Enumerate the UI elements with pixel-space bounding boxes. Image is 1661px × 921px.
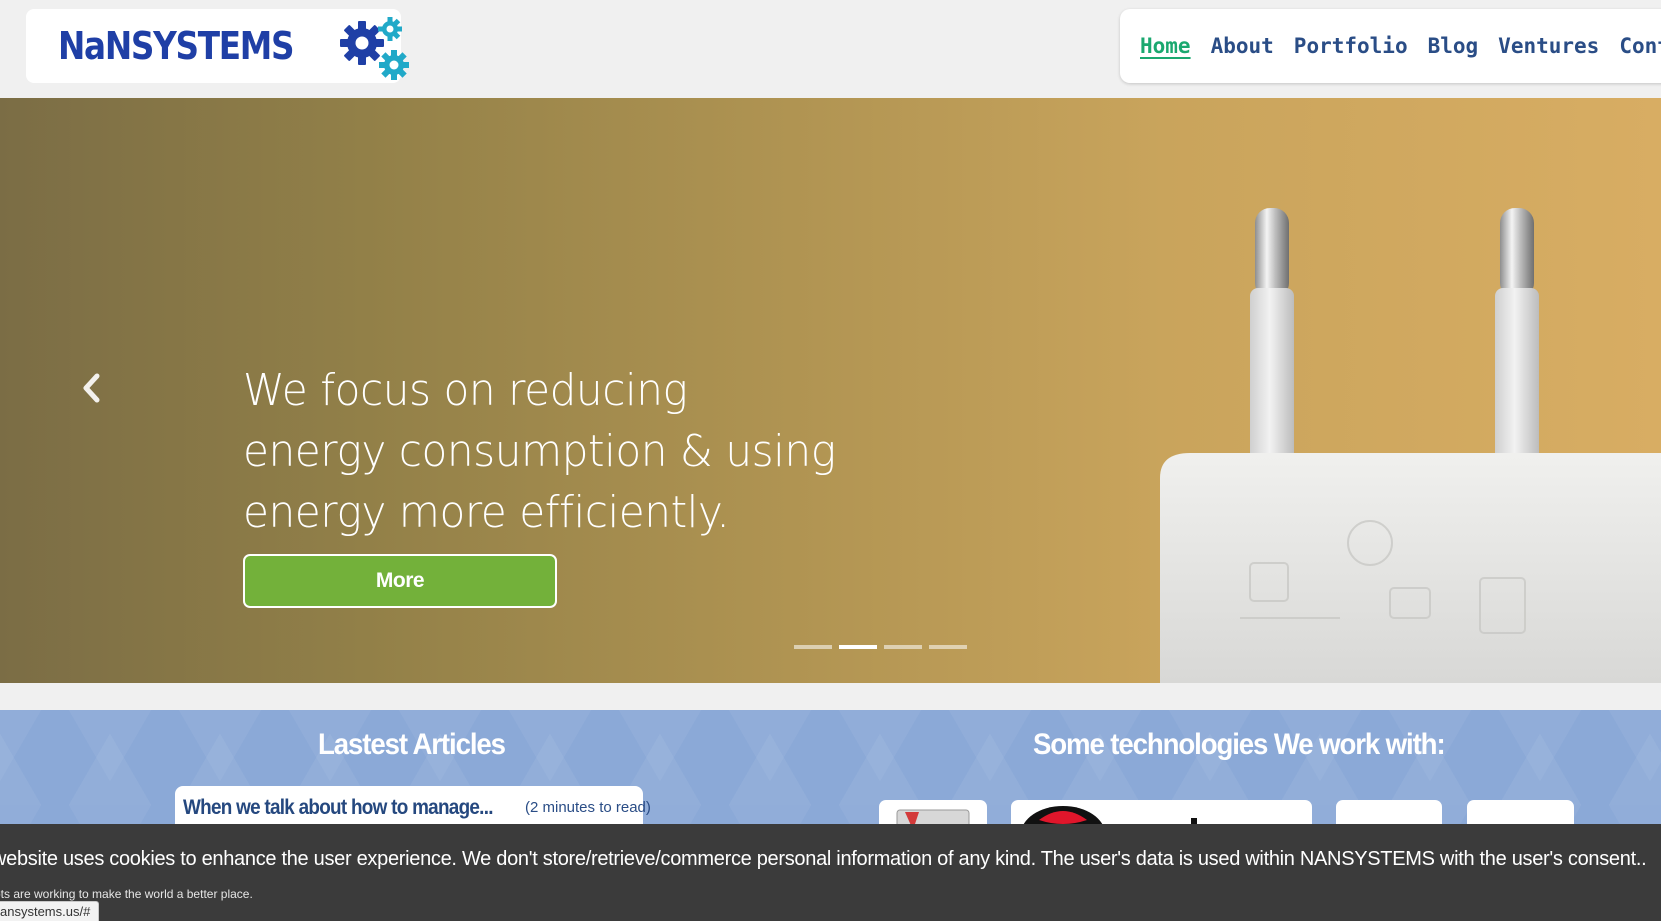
carousel-indicators — [794, 645, 967, 649]
hero-headline: We focus on reducing energy consumption … — [243, 365, 836, 538]
status-bar-url: ansystems.us/# — [0, 901, 100, 921]
carousel-indicator[interactable] — [884, 645, 922, 649]
site-logo[interactable]: NaNSYSTEMS — [26, 9, 409, 83]
technologies-heading: Some technologies We work with: — [1033, 728, 1446, 761]
cookie-banner: website uses cookies to enhance the user… — [0, 824, 1661, 921]
cookie-message: website uses cookies to enhance the user… — [0, 848, 1647, 870]
nav-portfolio[interactable]: Portfolio — [1294, 34, 1408, 58]
hero-carousel: We focus on reducing energy consumption … — [0, 98, 1661, 683]
article-title: When we talk about how to manage... — [183, 796, 494, 819]
nav-contact[interactable]: Contact — [1619, 34, 1661, 58]
nav-ventures[interactable]: Ventures — [1498, 34, 1599, 58]
carousel-indicator[interactable] — [839, 645, 877, 649]
logo-wordmark: NaNSYSTEMS — [58, 24, 295, 68]
article-read-time: (2 minutes to read) — [525, 799, 651, 816]
chevron-left-icon — [83, 373, 100, 403]
articles-heading: Lastest Articles — [318, 728, 506, 761]
power-plug-image — [1160, 208, 1661, 683]
main-nav: Home About Portfolio Blog Ventures Conta… — [1120, 9, 1661, 83]
nav-about[interactable]: About — [1211, 34, 1274, 58]
hero-more-button[interactable]: More — [243, 554, 557, 608]
carousel-prev-button[interactable] — [78, 368, 106, 408]
nav-home[interactable]: Home — [1140, 34, 1191, 58]
gears-logo-icon — [340, 17, 409, 80]
cookie-subtext: pts are working to make the world a bett… — [0, 887, 253, 901]
carousel-indicator[interactable] — [794, 645, 832, 649]
carousel-indicator[interactable] — [929, 645, 967, 649]
nav-blog[interactable]: Blog — [1428, 34, 1479, 58]
